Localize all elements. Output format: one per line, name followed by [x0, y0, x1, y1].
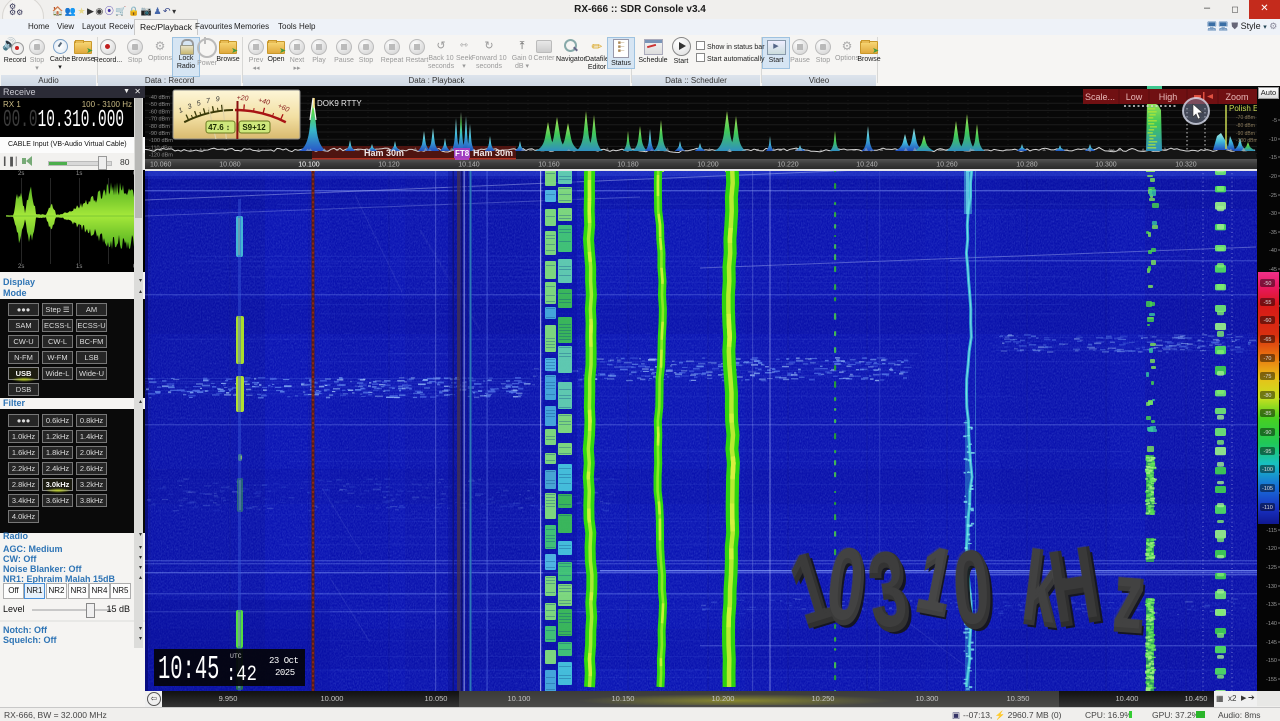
- svg-text:-90 dBm: -90 dBm: [1236, 131, 1255, 137]
- svg-text:S9+12: S9+12: [242, 123, 266, 132]
- svg-text:-150: -150: [1266, 658, 1277, 664]
- svg-text:-110 dBm: -110 dBm: [149, 145, 173, 151]
- svg-text:-105: -105: [1262, 486, 1273, 492]
- svg-text:-120 dBm: -120 dBm: [149, 153, 173, 159]
- svg-text:-25: -25: [1269, 193, 1277, 199]
- svg-text:-35: -35: [1269, 230, 1277, 236]
- svg-text:10.140: 10.140: [458, 162, 480, 169]
- svg-text:-155: -155: [1266, 677, 1277, 683]
- svg-text:Polish E11: Polish E11: [1229, 104, 1257, 113]
- svg-text:-125: -125: [1266, 565, 1277, 571]
- svg-text:-60: -60: [1264, 318, 1272, 324]
- svg-text:-85: -85: [1264, 411, 1272, 417]
- svg-text:-55: -55: [1264, 300, 1272, 306]
- svg-text:High: High: [1159, 92, 1178, 102]
- svg-text:47.6 ↕: 47.6 ↕: [208, 123, 230, 132]
- svg-text:-65: -65: [1264, 337, 1272, 343]
- svg-text:-95: -95: [1264, 449, 1272, 455]
- svg-text:10.080: 10.080: [219, 162, 241, 169]
- svg-text:Ham 30m: Ham 30m: [364, 148, 404, 158]
- svg-text:-10: -10: [1269, 137, 1277, 143]
- svg-text:10.260: 10.260: [936, 162, 958, 169]
- svg-text:-50 dBm: -50 dBm: [149, 102, 170, 108]
- svg-text:-120: -120: [1266, 546, 1277, 552]
- svg-text:-50: -50: [1264, 281, 1272, 287]
- svg-text:-75: -75: [1264, 374, 1272, 380]
- svg-text:10.220: 10.220: [777, 162, 799, 169]
- svg-text:-70: -70: [1264, 356, 1272, 362]
- svg-text:10.100: 10.100: [298, 162, 320, 169]
- svg-text:10.160: 10.160: [538, 162, 560, 169]
- svg-text:-110: -110: [1262, 505, 1273, 511]
- svg-text:10.320: 10.320: [1175, 162, 1197, 169]
- svg-text:10.240: 10.240: [856, 162, 878, 169]
- svg-text:10.060: 10.060: [150, 162, 172, 169]
- svg-text:FT8: FT8: [455, 149, 470, 158]
- svg-text:-70 dBm: -70 dBm: [1236, 115, 1255, 121]
- svg-text:DOK9 RTTY: DOK9 RTTY: [317, 99, 362, 108]
- svg-text:-80 dBm: -80 dBm: [149, 124, 170, 130]
- svg-text:-135: -135: [1266, 602, 1277, 608]
- svg-text:-30: -30: [1269, 211, 1277, 217]
- svg-text:Zoom: Zoom: [1225, 92, 1248, 102]
- svg-text:10.120: 10.120: [378, 162, 400, 169]
- svg-text:-145: -145: [1266, 640, 1277, 646]
- svg-text:-40: -40: [1269, 248, 1277, 254]
- svg-text:-100 dBm: -100 dBm: [149, 138, 173, 144]
- svg-text:10.300: 10.300: [1095, 162, 1117, 169]
- svg-text:Ham 30m: Ham 30m: [473, 148, 513, 158]
- svg-text:-115: -115: [1266, 528, 1277, 534]
- svg-text:-130: -130: [1266, 584, 1277, 590]
- svg-text:-90: -90: [1264, 430, 1272, 436]
- svg-text:-100: -100: [1262, 467, 1273, 473]
- svg-text:-80: -80: [1264, 393, 1272, 399]
- svg-text:10.280: 10.280: [1016, 162, 1038, 169]
- svg-text:-5: -5: [1272, 118, 1277, 124]
- svg-text:-15: -15: [1269, 155, 1277, 161]
- svg-text:-60 dBm: -60 dBm: [149, 109, 170, 115]
- svg-text:-20: -20: [1269, 174, 1277, 180]
- svg-text:-100 dBm: -100 dBm: [1236, 138, 1257, 144]
- svg-text:Low: Low: [1126, 92, 1143, 102]
- svg-text:-70 dBm: -70 dBm: [149, 117, 170, 123]
- svg-text:-40 dBm: -40 dBm: [149, 95, 170, 101]
- svg-text:10.180: 10.180: [617, 162, 639, 169]
- svg-text:Scale...: Scale...: [1085, 92, 1115, 102]
- svg-text:10.200: 10.200: [697, 162, 719, 169]
- svg-text:-90 dBm: -90 dBm: [149, 131, 170, 137]
- svg-text:-80 dBm: -80 dBm: [1236, 123, 1255, 129]
- svg-text:-140: -140: [1266, 621, 1277, 627]
